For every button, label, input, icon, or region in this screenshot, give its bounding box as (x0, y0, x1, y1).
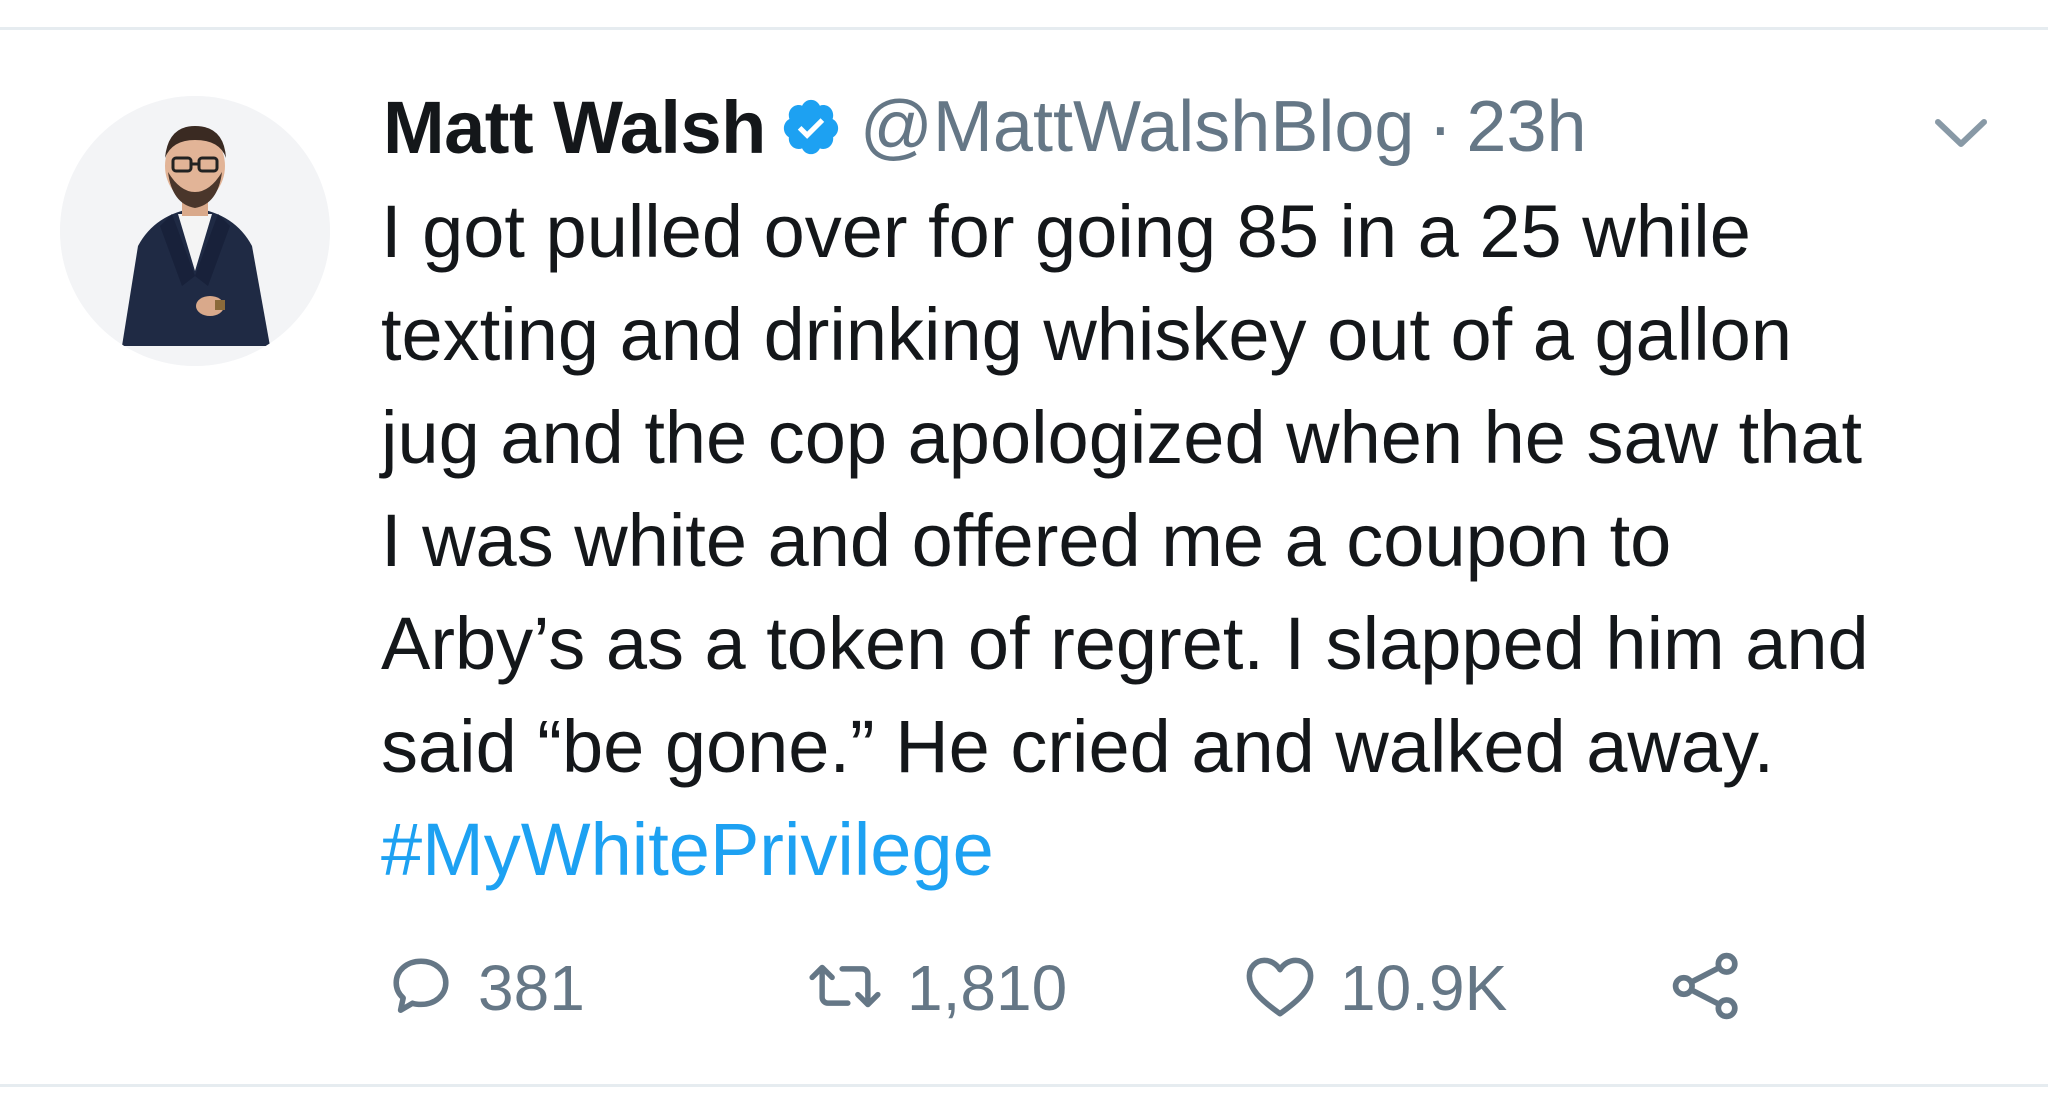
author-name[interactable]: Matt Walsh (383, 85, 766, 170)
avatar[interactable] (60, 96, 330, 366)
tweet-header: Matt Walsh @MattWalshBlog · 23h (383, 82, 1587, 172)
tweet-text-line: I got pulled over for going 85 in a 25 w… (381, 190, 1751, 273)
chevron-down-icon[interactable] (1928, 110, 1994, 156)
tweet-timestamp[interactable]: 23h (1466, 86, 1586, 168)
top-divider (0, 27, 2048, 30)
tweet-text-line: texting and drinking whiskey out of a ga… (381, 293, 1792, 376)
hashtag-link[interactable]: #MyWhitePrivilege (381, 798, 2001, 901)
author-handle[interactable]: @MattWalshBlog (860, 86, 1415, 168)
tweet-actions: 381 1,810 10.9K (0, 948, 2048, 1028)
separator-dot: · (1428, 87, 1453, 167)
reply-button[interactable]: 381 (386, 948, 585, 1028)
retweet-icon (805, 951, 885, 1026)
reply-icon (386, 951, 456, 1026)
avatar-photo (60, 96, 330, 366)
like-button[interactable]: 10.9K (1242, 948, 1507, 1028)
reply-count: 381 (478, 952, 585, 1024)
tweet-text: I got pulled over for going 85 in a 25 w… (381, 180, 2001, 901)
verified-badge-icon (780, 96, 842, 158)
tweet-text-line: jug and the cop apologized when he saw t… (381, 396, 1863, 479)
share-icon (1668, 948, 1744, 1029)
tweet-text-line: I was white and offered me a coupon to (381, 499, 1672, 582)
heart-icon (1242, 951, 1318, 1026)
bottom-divider (0, 1084, 2048, 1087)
like-count: 10.9K (1340, 952, 1508, 1024)
share-button[interactable] (1668, 948, 1744, 1028)
tweet-text-line: said “be gone.” He cried and walked away… (381, 705, 1775, 788)
tweet-text-line: Arby’s as a token of regret. I slapped h… (381, 602, 1869, 685)
retweet-button[interactable]: 1,810 (805, 948, 1067, 1028)
retweet-count: 1,810 (907, 952, 1068, 1024)
